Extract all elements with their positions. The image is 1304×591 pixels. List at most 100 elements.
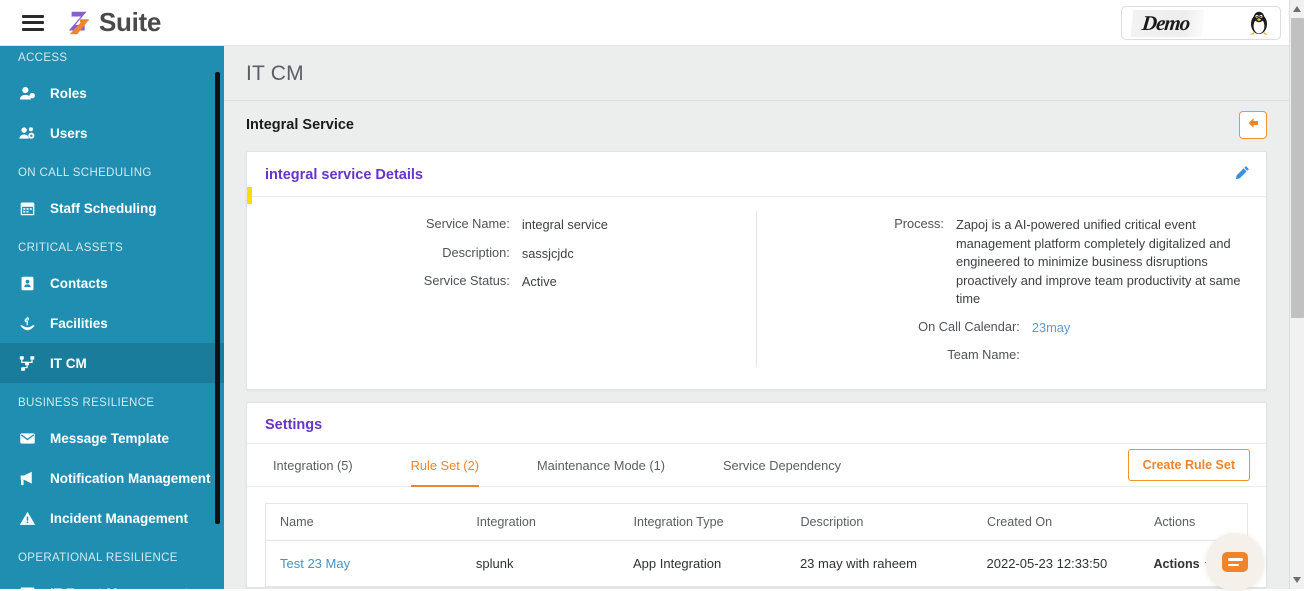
detail-label: On Call Calendar: (757, 319, 1032, 338)
sidebar-scroll-content: ACCESS Roles Users ON CALL SCHEDULING St… (0, 46, 224, 589)
detail-value-process: Zapoj is a AI-powered unified critical e… (956, 216, 1266, 309)
sidebar-item-incident-management[interactable]: Incident Management (0, 498, 224, 538)
sidebar-item-contacts[interactable]: Contacts (0, 263, 224, 303)
detail-row: Team Name: (757, 342, 1266, 367)
yellow-accent-marker (247, 187, 252, 204)
contact-card-icon (19, 275, 36, 292)
cell-name[interactable]: Test 23 May (266, 541, 462, 587)
sidebar-item-it-cm[interactable]: IT CM (0, 343, 224, 383)
facility-hand-icon (19, 315, 36, 332)
tab-maintenance-mode[interactable]: Maintenance Mode (1) (537, 443, 665, 487)
warning-triangle-icon (19, 510, 36, 527)
sidebar-item-label: Message Template (50, 431, 169, 446)
detail-value-service-name: integral service (522, 216, 608, 235)
user-add-icon (19, 85, 36, 102)
detail-label: Team Name: (757, 347, 1032, 362)
sidebar-item-users[interactable]: Users (0, 113, 224, 153)
sidebar-item-label: Contacts (50, 276, 108, 291)
sidebar-item-roles[interactable]: Roles (0, 73, 224, 113)
sidebar-group-critical-assets: CRITICAL ASSETS (0, 228, 224, 263)
details-left-column: Service Name: integral service Descripti… (247, 211, 757, 367)
envelope-icon (19, 430, 36, 447)
settings-tabs: Integration (5) Rule Set (2) Maintenance… (247, 443, 1266, 487)
scrollbar-thumb[interactable] (1291, 18, 1304, 318)
chat-widget-button[interactable] (1206, 533, 1264, 591)
scroll-down-arrow-icon[interactable] (1293, 577, 1301, 583)
sidebar-group-business-resilience: BUSINESS RESILIENCE (0, 383, 224, 418)
account-chip[interactable]: Demo (1121, 6, 1281, 40)
tab-service-dependency[interactable]: Service Dependency (723, 443, 841, 487)
megaphone-icon (19, 470, 36, 487)
sidebar-item-staff-scheduling[interactable]: Staff Scheduling (0, 188, 224, 228)
sitemap-icon (19, 355, 36, 372)
column-header-created-on: Created On (973, 504, 1140, 541)
page-title: IT CM (224, 46, 1289, 86)
sidebar-item-message-template[interactable]: Message Template (0, 418, 224, 458)
back-button[interactable] (1239, 111, 1267, 139)
sidebar-group-on-call-scheduling: ON CALL SCHEDULING (0, 153, 224, 188)
top-bar: Suite Demo (0, 0, 1289, 46)
breadcrumb: Integral Service (246, 117, 354, 133)
details-card-divider (247, 196, 1266, 197)
sidebar-item-label: Staff Scheduling (50, 201, 157, 216)
cell-description: 23 may with raheem (786, 541, 973, 587)
event-list-icon (19, 585, 36, 590)
zapoj-z-logo-icon (66, 8, 94, 38)
detail-value-on-call-calendar[interactable]: 23may (1032, 319, 1070, 338)
actions-dropdown-label[interactable]: Actions (1153, 557, 1199, 571)
table-header-row: Name Integration Integration Type Descri… (266, 504, 1248, 541)
detail-row: Process: Zapoj is a AI-powered unified c… (757, 211, 1266, 314)
sidebar-item-label: Facilities (50, 316, 108, 331)
sidebar-item-label: Users (50, 126, 88, 141)
penguin-avatar-icon[interactable] (1246, 10, 1272, 36)
sidebar-item-facilities[interactable]: Facilities (0, 303, 224, 343)
sidebar-scrollbar-thumb[interactable] (215, 72, 220, 524)
detail-value-description: sassjcjdc (522, 245, 574, 264)
sidebar-group-access: ACCESS (0, 46, 224, 73)
create-rule-set-button[interactable]: Create Rule Set (1128, 449, 1250, 481)
brand-logo[interactable]: Suite (66, 7, 161, 38)
detail-label: Service Name: (247, 216, 522, 235)
detail-value-service-status: Active (522, 273, 557, 292)
arrow-left-icon (1246, 116, 1260, 135)
details-body: Service Name: integral service Descripti… (247, 197, 1266, 389)
details-card-title: integral service Details (265, 167, 423, 183)
users-gear-icon (19, 125, 36, 142)
service-details-card: integral service Details Service Name: i… (246, 151, 1267, 390)
hamburger-icon[interactable] (22, 15, 44, 31)
detail-row: Description: sassjcjdc (247, 240, 756, 269)
chat-bubble-icon (1222, 552, 1248, 572)
cell-created-on: 2022-05-23 12:33:50 (973, 541, 1140, 587)
tab-integration[interactable]: Integration (5) (273, 443, 353, 487)
sidebar: ACCESS Roles Users ON CALL SCHEDULING St… (0, 46, 224, 589)
sidebar-item-label: IT CM (50, 356, 87, 371)
table-head: Name Integration Integration Type Descri… (266, 504, 1248, 541)
browser-vertical-scrollbar[interactable] (1289, 0, 1304, 589)
settings-card: Settings Integration (5) Rule Set (2) Ma… (246, 402, 1267, 588)
tenant-logo: Demo (1131, 10, 1205, 37)
rule-set-table: Name Integration Integration Type Descri… (265, 503, 1248, 587)
pencil-icon[interactable] (1235, 165, 1250, 185)
sidebar-item-label: Roles (50, 86, 87, 101)
detail-row: Service Name: integral service (247, 211, 756, 240)
sidebar-item-notification-management[interactable]: Notification Management (0, 458, 224, 498)
main-content: IT CM Integral Service integral service … (224, 46, 1289, 589)
sidebar-item-label: Incident Management (50, 511, 188, 526)
cell-integration: splunk (462, 541, 619, 587)
tab-rule-set[interactable]: Rule Set (2) (411, 443, 479, 487)
detail-label: Description: (247, 245, 522, 264)
rule-set-table-wrap: Name Integration Integration Type Descri… (247, 487, 1266, 587)
sidebar-item-label: Notification Management (50, 471, 211, 486)
sidebar-item-it-event-management[interactable]: IT Event Management (0, 573, 224, 589)
details-right-column: Process: Zapoj is a AI-powered unified c… (757, 211, 1266, 367)
details-card-header: integral service Details (247, 152, 1266, 196)
detail-label: Service Status: (247, 273, 522, 292)
breadcrumb-row: Integral Service (224, 101, 1289, 139)
column-header-name: Name (266, 504, 462, 541)
detail-label: Process: (757, 216, 956, 309)
scroll-up-arrow-icon[interactable] (1293, 6, 1301, 12)
table-row[interactable]: Test 23 May splunk App Integration 23 ma… (266, 541, 1248, 587)
detail-row: Service Status: Active (247, 268, 756, 297)
brand-name: Suite (99, 7, 161, 38)
column-header-integration-type: Integration Type (619, 504, 786, 541)
